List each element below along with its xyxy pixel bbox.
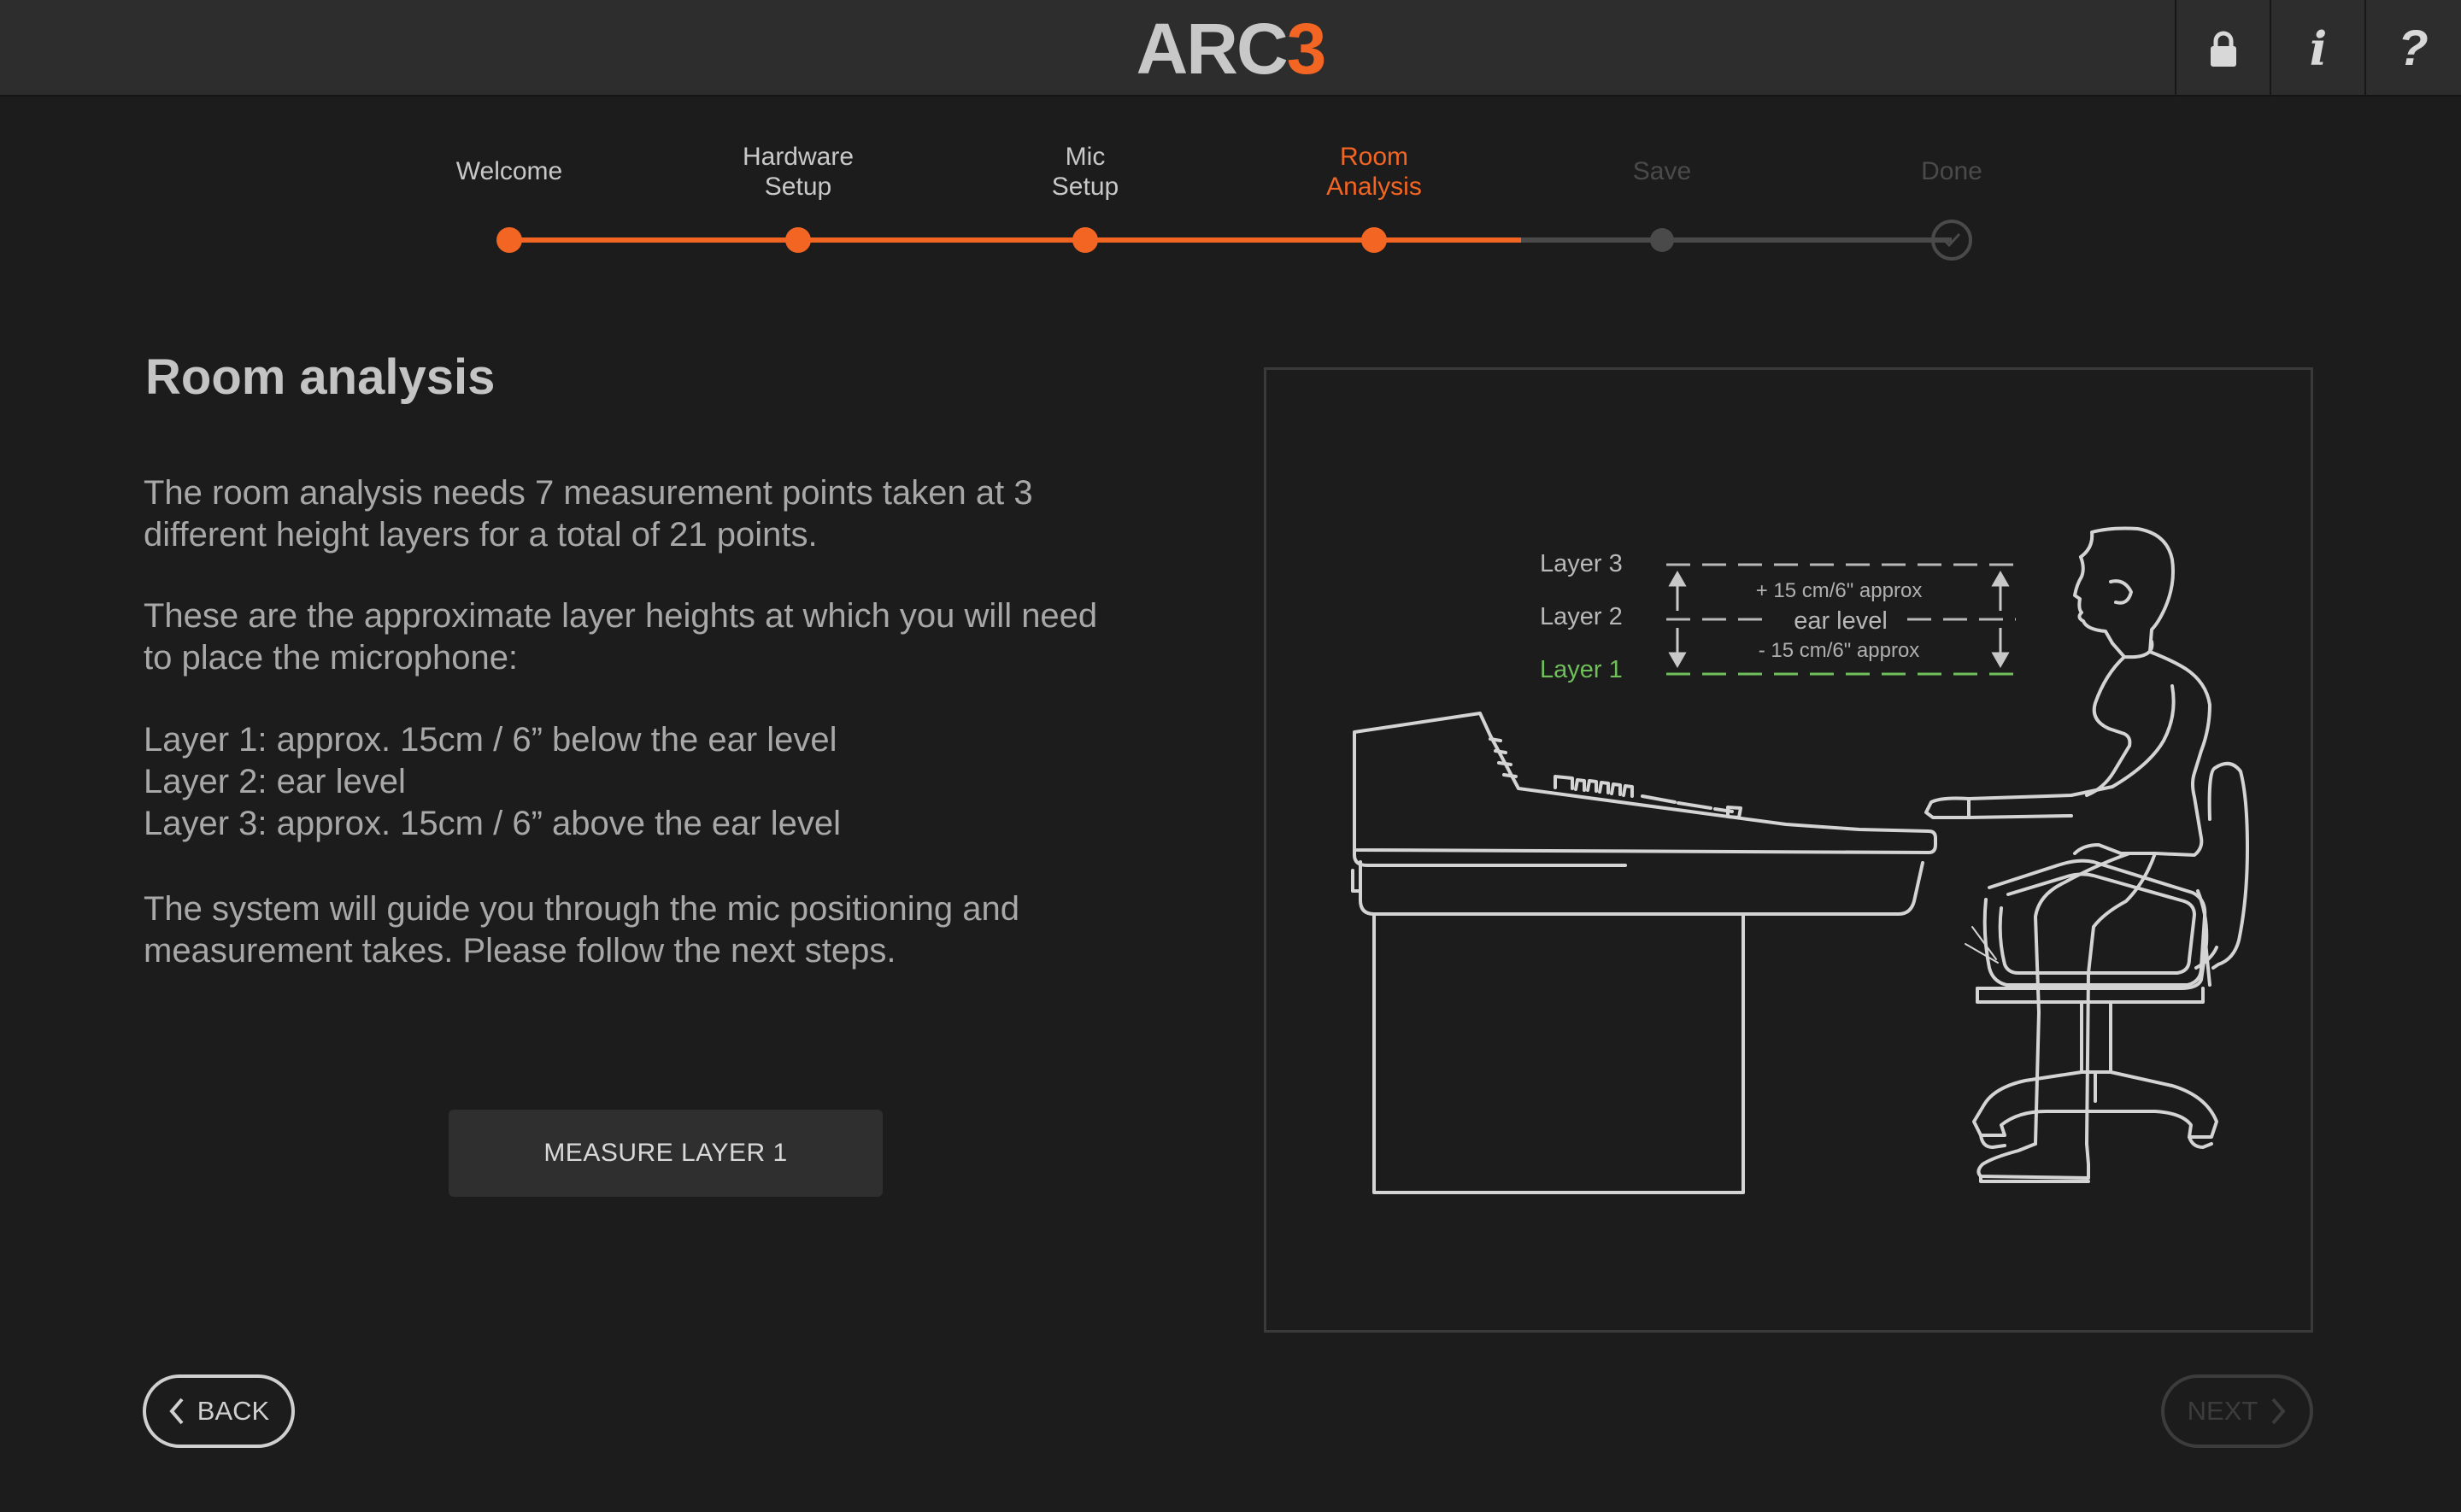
progress-track-remaining [1521,237,1952,243]
step-dot-mic-setup [1072,227,1098,253]
chevron-right-icon [2271,1398,2286,1425]
chevron-left-icon [169,1398,184,1425]
engineer-at-console-drawing: Layer 3 Layer 2 Layer 1 + 15 cm/6" appro… [1351,526,2249,1194]
step-label-line: Setup [764,173,832,201]
layer-3-description: Layer 3: approx. 15cm / 6” above the ear… [144,805,842,842]
paragraph-line: to place the microphone: [144,639,519,677]
layer-3-label: Layer 3 [1540,550,1623,577]
layer-2-description: Layer 2: ear level [144,763,406,800]
paragraph-line: different height layers for a total of 2… [144,516,818,554]
step-label-line: Hardware [742,143,855,171]
step-label-line: Done [1921,157,1982,185]
next-label: NEXT [2187,1396,2258,1426]
step-label-line: Setup [1051,173,1119,201]
paragraph-line: The room analysis needs 7 measurement po… [144,474,1033,512]
layer-2-label: Layer 2 [1540,603,1623,630]
layer-1-description: Layer 1: approx. 15cm / 6” below the ear… [144,721,837,759]
ear-level-label: ear level [1794,607,1888,635]
intro-paragraph: The room analysis needs 7 measurement po… [144,472,1169,556]
guidance-paragraph: The system will guide you through the mi… [144,888,1169,972]
step-dot-hardware-setup [785,227,811,253]
step-label-line: Save [1632,157,1692,185]
office-chair [1965,761,2249,1149]
above-ear-note: + 15 cm/6" approx [1756,579,1923,602]
progress-stepper: Welcome Hardware Setup Mic Setup Room An… [0,0,2461,273]
console [1353,712,1937,854]
page-title: Room analysis [145,349,496,405]
paragraph-line: These are the approximate layer heights … [144,597,1098,635]
back-button[interactable]: BACK [143,1374,295,1448]
step-label-line: Analysis [1326,173,1422,201]
step-save-label: Save [1542,156,1782,186]
step-label-line: Room [1339,143,1409,171]
step-done-check [1931,220,1972,261]
step-hardware-setup-label: Hardware Setup [678,142,918,202]
step-done-label: Done [1832,156,2071,186]
room-analysis-illustration: Layer 3 Layer 2 Layer 1 + 15 cm/6" appro… [1264,367,2313,1333]
step-mic-setup-label: Mic Setup [966,142,1205,202]
layer-1-label: Layer 1 [1540,656,1623,683]
step-room-analysis-label: Room Analysis [1254,142,1494,202]
back-label: BACK [197,1396,270,1426]
desk-pedestal [1372,912,1745,1194]
step-label-line: Mic [1065,143,1106,171]
desk-top [1359,860,1924,916]
paragraph-line: The system will guide you through the mi… [144,890,1019,928]
measure-layer-button[interactable]: MEASURE LAYER 1 [449,1110,883,1197]
below-ear-note: - 15 cm/6" approx [1759,639,1920,662]
checkmark-icon [1942,232,1961,248]
arc3-app: ARC3 i ? Welcome Hardware Setup Mic Setu… [0,0,2461,1512]
step-label-line: Welcome [455,157,563,185]
paragraph-line: measurement takes. Please follow the nex… [144,932,896,970]
layer-list: Layer 1: approx. 15cm / 6” below the ear… [144,719,1169,845]
heights-paragraph: These are the approximate layer heights … [144,595,1169,679]
step-welcome-label: Welcome [390,156,629,186]
step-dot-room-analysis [1361,227,1387,253]
step-dot-save [1650,228,1674,252]
next-button[interactable]: NEXT [2161,1374,2313,1448]
step-dot-welcome [496,227,522,253]
